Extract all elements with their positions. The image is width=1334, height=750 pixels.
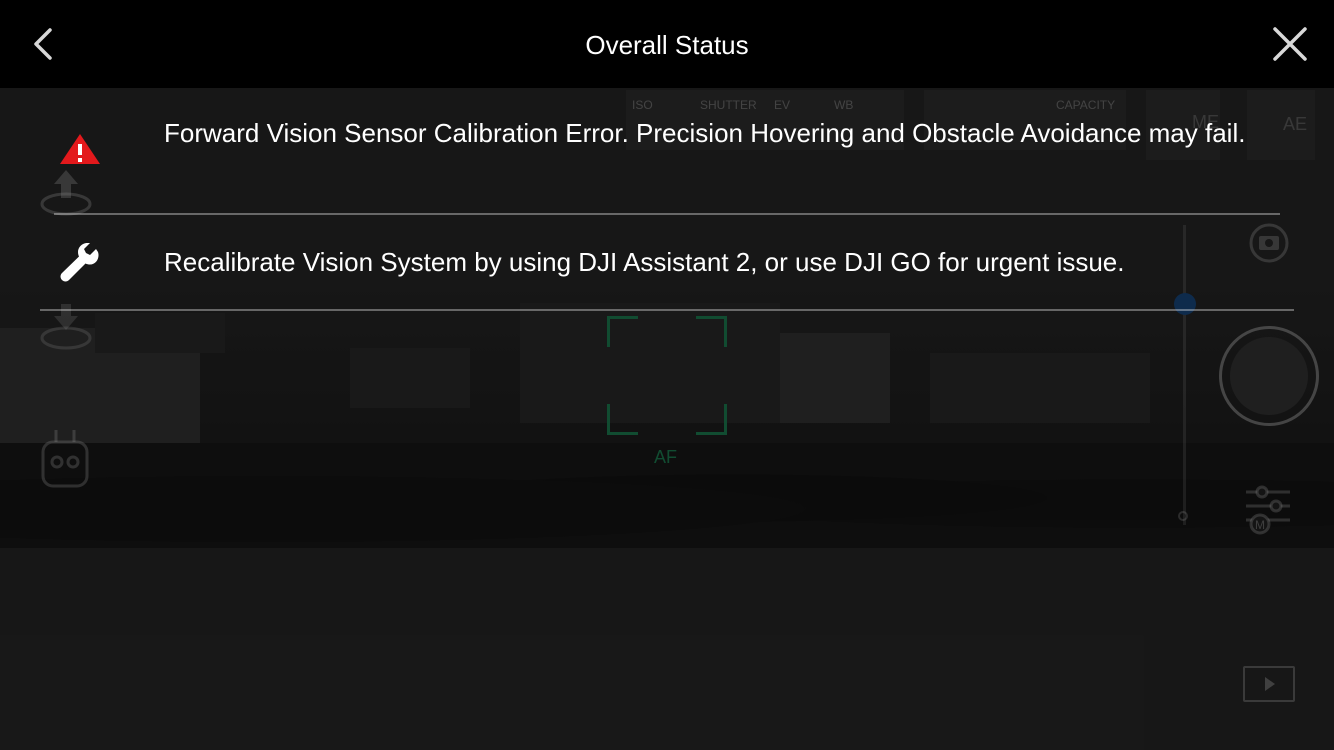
row-divider <box>54 213 1280 215</box>
header-bar: Overall Status <box>0 0 1334 88</box>
close-icon <box>1273 27 1307 61</box>
status-fix-message: Recalibrate Vision System by using DJI A… <box>164 247 1125 277</box>
page-title: Overall Status <box>585 30 749 60</box>
close-button[interactable] <box>1266 20 1314 68</box>
row-divider <box>40 309 1294 311</box>
warning-triangle-icon <box>58 132 102 171</box>
status-error-message: Forward Vision Sensor Calibration Error.… <box>164 118 1246 148</box>
wrench-icon <box>60 242 100 288</box>
status-overlay <box>0 88 1334 750</box>
